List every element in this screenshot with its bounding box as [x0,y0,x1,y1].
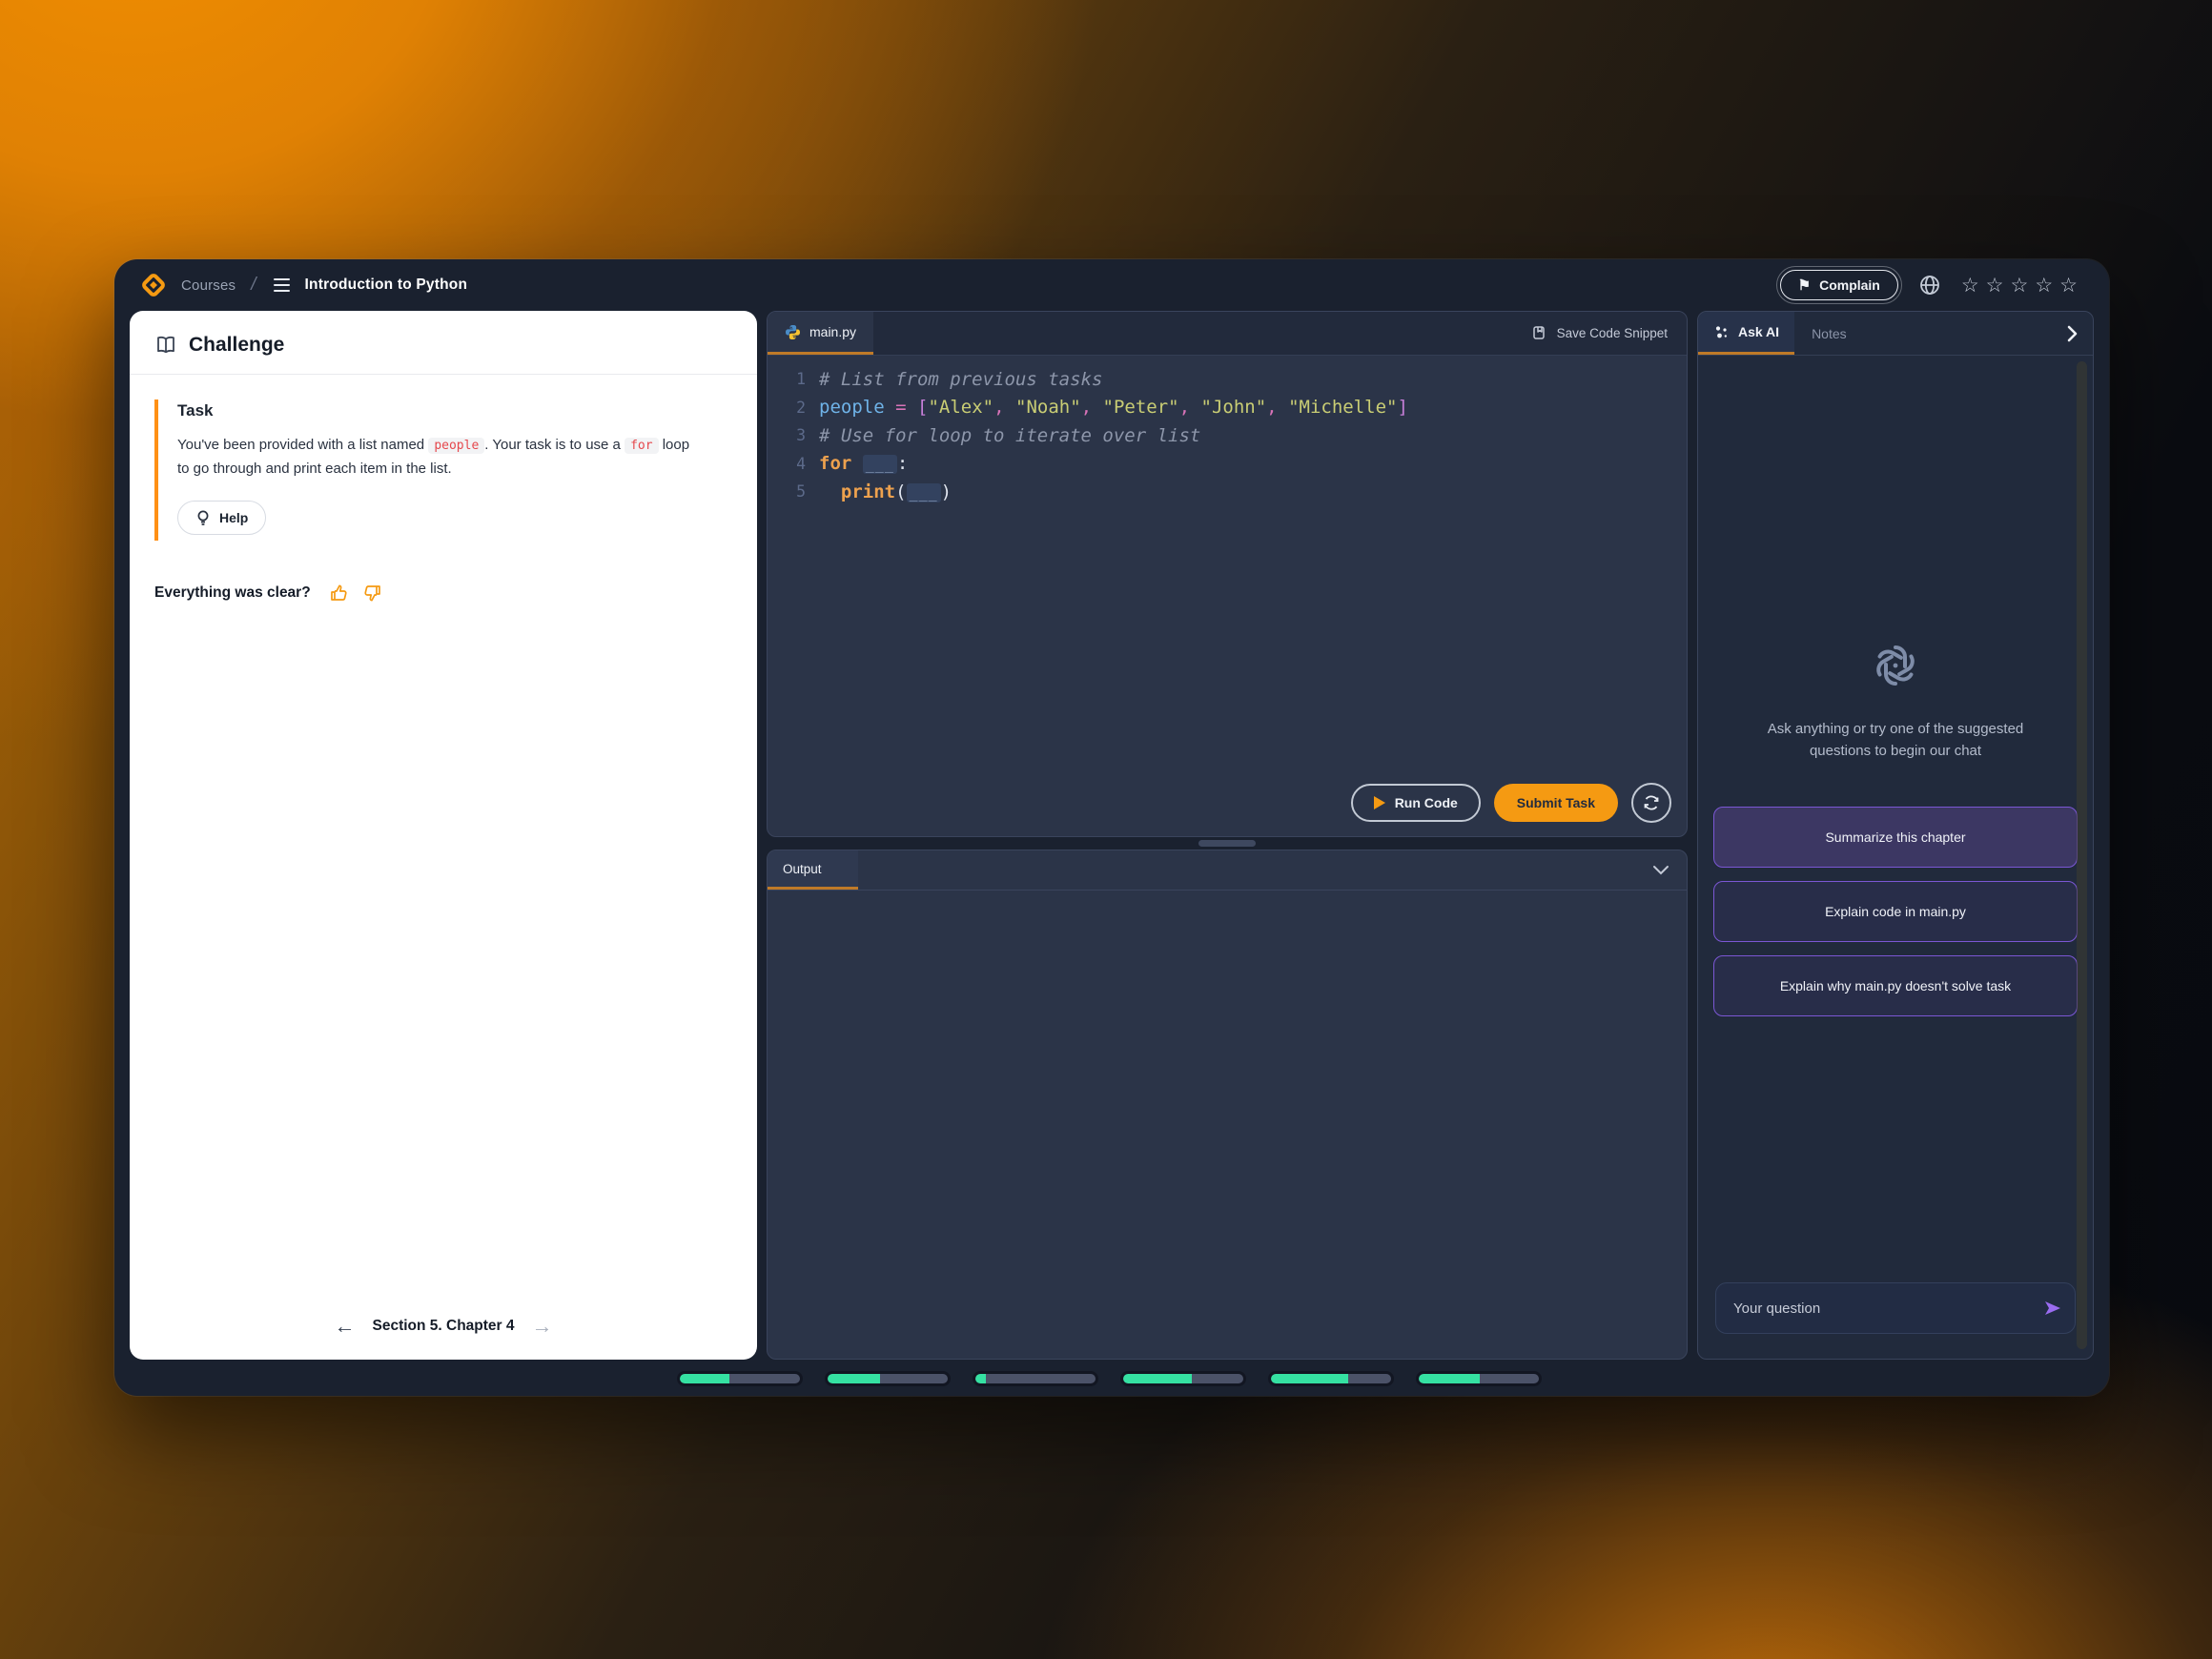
editor-tab-label: main.py [809,324,856,339]
code-line[interactable]: 3# Use for loop to iterate over list [768,421,1687,450]
next-chapter-arrow-icon[interactable]: → [532,1316,553,1337]
expand-panel-button[interactable] [2051,312,2093,355]
assistant-empty-state: Ask anything or try one of the suggested… [1698,638,2093,763]
desktop-background: Courses / Introduction to Python ⚑ Compl… [0,0,2212,1659]
run-code-button[interactable]: Run Code [1351,784,1481,822]
python-icon [785,324,801,340]
top-bar: Courses / Introduction to Python ⚑ Compl… [114,259,2109,311]
complain-label: Complain [1819,277,1880,293]
feedback-question: Everything was clear? [154,584,311,602]
suggested-questions: Summarize this chapter Explain code in m… [1713,807,2078,1016]
question-input[interactable] [1715,1282,2076,1334]
tab-ask-ai[interactable]: Ask AI [1698,312,1794,355]
progress-segment[interactable] [828,1374,948,1383]
collapse-output-button[interactable] [1635,850,1687,890]
complain-button[interactable]: ⚑ Complain [1780,270,1898,300]
tab-output[interactable]: Output [768,850,858,890]
send-arrow-icon [2043,1300,2062,1317]
task-description: You've been provided with a list named p… [177,434,692,481]
chevron-down-icon [1652,865,1669,876]
course-menu-icon[interactable] [272,275,292,297]
suggestion-explain-code[interactable]: Explain code in main.py [1713,881,2078,942]
lightbulb-icon [195,509,211,526]
reset-icon [1642,793,1661,812]
ask-ai-label: Ask AI [1738,324,1779,339]
language-globe-icon[interactable] [1919,275,1940,296]
help-button[interactable]: Help [177,501,266,535]
assistant-panel: Ask AI Notes [1697,311,2094,1360]
inline-code-people: people [428,438,484,454]
flag-icon: ⚑ [1798,278,1811,293]
code-line[interactable]: 1# List from previous tasks [768,365,1687,394]
app-window: Courses / Introduction to Python ⚑ Compl… [114,259,2109,1396]
save-snippet-label: Save Code Snippet [1557,326,1668,340]
code-line[interactable]: 5 print(___) [768,478,1687,506]
output-header: Output [768,850,1687,891]
progress-bar [680,1374,1539,1383]
openai-logo-icon [1868,638,1923,693]
progress-segment[interactable] [1271,1374,1391,1383]
breadcrumb-separator: / [249,275,257,296]
code-editor-panel: main.py Save Code Snippet 1# List from p… [767,311,1688,837]
editor-tabbar: main.py Save Code Snippet [768,312,1687,356]
lesson-title: Challenge [189,334,284,357]
task-block: Task You've been provided with a list na… [154,399,732,541]
tab-main-py[interactable]: main.py [768,312,873,355]
breadcrumb-courses[interactable]: Courses [181,277,236,294]
tab-notes[interactable]: Notes [1794,312,1864,355]
inline-code-for: for [625,438,658,454]
panel-splitter[interactable] [767,837,1688,850]
chapter-label: Section 5. Chapter 4 [372,1318,514,1335]
rating-stars[interactable]: ☆☆☆☆☆ [1961,276,2084,296]
chevron-right-icon [2066,325,2078,342]
course-title: Introduction to Python [305,276,468,294]
feedback-row: Everything was clear? [130,583,757,604]
progress-segment[interactable] [1123,1374,1243,1383]
submit-task-button[interactable]: Submit Task [1494,784,1618,822]
save-snippet-icon [1532,325,1548,341]
lesson-header: Challenge [130,311,757,375]
save-code-snippet-button[interactable]: Save Code Snippet [1513,312,1687,355]
output-tab-label: Output [783,862,822,876]
code-line[interactable]: 4for ___: [768,450,1687,479]
content-area: Challenge Task You've been provided with… [130,311,2094,1360]
question-input-wrap [1715,1282,2076,1334]
send-question-button[interactable] [2043,1300,2062,1317]
topbar-actions: ⚑ Complain ☆☆☆☆☆ [1780,270,2084,300]
play-icon [1374,796,1385,809]
progress-segment[interactable] [680,1374,800,1383]
suggestion-explain-why-not-solved[interactable]: Explain why main.py doesn't solve task [1713,955,2078,1016]
progress-segment[interactable] [975,1374,1096,1383]
ai-sparkle-icon [1713,324,1730,340]
thumbs-up-icon[interactable] [328,583,349,604]
book-icon [154,334,177,357]
lesson-panel: Challenge Task You've been provided with… [130,311,757,1360]
help-label: Help [219,510,248,525]
reset-code-button[interactable] [1631,783,1671,823]
code-lines[interactable]: 1# List from previous tasks2people = ["A… [768,356,1687,836]
task-heading: Task [177,401,728,420]
editor-column: main.py Save Code Snippet 1# List from p… [767,311,1688,1360]
editor-actions: Run Code Submit Task [1351,783,1671,823]
progress-segment[interactable] [1419,1374,1539,1383]
run-code-label: Run Code [1395,795,1458,810]
suggestion-summarize-chapter[interactable]: Summarize this chapter [1713,807,2078,868]
hyperskill-logo-icon[interactable] [139,271,168,299]
output-panel: Output [767,850,1688,1360]
chapter-navigation: ← Section 5. Chapter 4 → [130,1299,757,1360]
code-line[interactable]: 2people = ["Alex", "Noah", "Peter", "Joh… [768,394,1687,422]
prev-chapter-arrow-icon[interactable]: ← [334,1316,355,1337]
thumbs-down-icon[interactable] [362,583,383,604]
assistant-scrollbar[interactable] [2077,361,2087,1349]
assistant-empty-text: Ask anything or try one of the suggested… [1768,718,2024,763]
splitter-handle-icon[interactable] [1198,840,1256,847]
assistant-tabbar: Ask AI Notes [1698,312,2093,356]
